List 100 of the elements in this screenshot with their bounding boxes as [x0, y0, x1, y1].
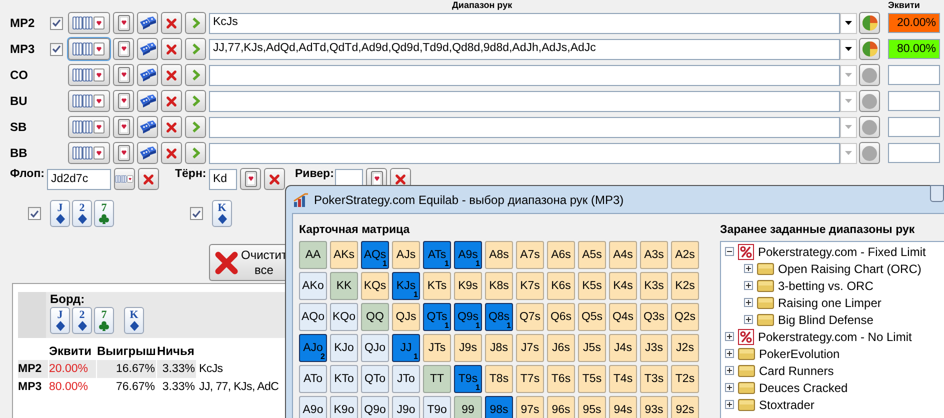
clear-button[interactable]	[161, 116, 182, 138]
range-button[interactable]	[68, 142, 110, 164]
hand-cell[interactable]: A9o	[299, 396, 327, 418]
hand-cell[interactable]: Q9s 1	[454, 303, 482, 331]
hand-cell[interactable]: KTs	[423, 272, 451, 300]
card-button[interactable]	[114, 168, 135, 190]
hand-cell[interactable]: Q9o	[361, 396, 389, 418]
random-button[interactable]	[137, 142, 158, 164]
hand-cell[interactable]: K9o	[330, 396, 358, 418]
equity-chart-button[interactable]	[859, 12, 880, 34]
hand-cell[interactable]: AQs 1	[361, 241, 389, 269]
hand-cell[interactable]: K6s	[547, 272, 575, 300]
hand-cell[interactable]: A2s	[671, 241, 699, 269]
range-field[interactable]: JJ,77,KJs,AdQd,AdTd,QdTd,Ad9d,Qd9d,Td9d,Qd8d,9d8d,AdJh,AdJs,AdJc	[209, 38, 840, 60]
dropdown-button[interactable]	[840, 12, 857, 34]
clear-button[interactable]	[161, 90, 182, 112]
range-field[interactable]	[209, 142, 840, 164]
hand-cell[interactable]: K9s	[454, 272, 482, 300]
hand-cell[interactable]: 95s	[578, 396, 606, 418]
checkbox[interactable]	[50, 42, 63, 56]
tree-item[interactable]: Deuces Cracked	[759, 380, 848, 396]
collapse-icon[interactable]	[725, 247, 734, 256]
hand-cell[interactable]: T9s 1	[454, 365, 482, 393]
equity-chart-button[interactable]	[859, 116, 880, 138]
hand-cell[interactable]: K7s	[516, 272, 544, 300]
expand-icon[interactable]	[725, 332, 734, 341]
apply-button[interactable]	[185, 12, 206, 34]
expand-icon[interactable]	[744, 315, 753, 324]
hand-cell[interactable]: T4s	[609, 365, 637, 393]
hand-cell[interactable]: QTs 1	[423, 303, 451, 331]
hand-cell[interactable]: KJs 1	[392, 272, 420, 300]
hand-cell[interactable]: J9o	[392, 396, 420, 418]
hand-cell[interactable]: T9o	[423, 396, 451, 418]
range-button[interactable]	[68, 64, 110, 86]
hand-cell[interactable]: A9s 1	[454, 241, 482, 269]
checkbox[interactable]	[190, 207, 203, 220]
hand-cell[interactable]: K5s	[578, 272, 606, 300]
hand-cell[interactable]: J7s	[516, 334, 544, 362]
hand-cell[interactable]: KK	[330, 272, 358, 300]
range-button[interactable]	[68, 38, 110, 60]
hand-cell[interactable]: J4s	[609, 334, 637, 362]
hand-cell[interactable]: K3s	[640, 272, 668, 300]
hand-cell[interactable]: AA	[299, 241, 327, 269]
hand-cell[interactable]: ATo	[299, 365, 327, 393]
range-field[interactable]	[209, 90, 840, 112]
hand-cell[interactable]: J9s	[454, 334, 482, 362]
tree-item[interactable]: Big Blind Defense	[778, 312, 874, 328]
clear-button[interactable]	[161, 38, 182, 60]
hand-cell[interactable]: AJs	[392, 241, 420, 269]
hand-cell[interactable]: T7s	[516, 365, 544, 393]
card-button[interactable]	[240, 168, 261, 190]
hand-cell[interactable]: 98s	[485, 396, 513, 418]
hand-cell[interactable]: QQ	[361, 303, 389, 331]
range-button[interactable]	[68, 12, 110, 34]
clear-button[interactable]	[161, 142, 182, 164]
cards-field[interactable]: Kd	[209, 168, 237, 190]
hand-cell[interactable]: KQo	[330, 303, 358, 331]
equity-chart-button[interactable]	[859, 38, 880, 60]
card-button[interactable]	[113, 38, 134, 60]
hand-cell[interactable]: A5s	[578, 241, 606, 269]
clear-button[interactable]	[161, 12, 182, 34]
range-field[interactable]: KcJs	[209, 12, 840, 34]
random-button[interactable]	[137, 64, 158, 86]
tree-item[interactable]: 3-betting vs. ORC	[778, 278, 874, 294]
random-button[interactable]	[137, 116, 158, 138]
hand-cell[interactable]: 97s	[516, 396, 544, 418]
card-button[interactable]	[113, 142, 134, 164]
hand-cell[interactable]: A8s	[485, 241, 513, 269]
cards-field[interactable]: Jd2d7c	[47, 168, 111, 190]
hand-cell[interactable]: Q7s	[516, 303, 544, 331]
hand-cell[interactable]: Q4s	[609, 303, 637, 331]
hand-cell[interactable]: AKo	[299, 272, 327, 300]
tree-item[interactable]: Card Runners	[759, 362, 834, 378]
hand-cell[interactable]: KQs	[361, 272, 389, 300]
hand-cell[interactable]: A3s	[640, 241, 668, 269]
hand-cell[interactable]: JTo	[392, 365, 420, 393]
hand-cell[interactable]: Q3s	[640, 303, 668, 331]
apply-button[interactable]	[185, 90, 206, 112]
hand-cell[interactable]: A6s	[547, 241, 575, 269]
checkbox[interactable]	[28, 207, 41, 220]
apply-button[interactable]	[185, 142, 206, 164]
range-field[interactable]	[209, 116, 840, 138]
card-button[interactable]	[113, 116, 134, 138]
hand-cell[interactable]: 94s	[609, 396, 637, 418]
clear-button[interactable]	[161, 64, 182, 86]
hand-cell[interactable]: K8s	[485, 272, 513, 300]
hand-cell[interactable]: J8s	[485, 334, 513, 362]
apply-button[interactable]	[185, 116, 206, 138]
hand-cell[interactable]: T8s	[485, 365, 513, 393]
apply-button[interactable]	[185, 64, 206, 86]
hand-cell[interactable]: T6s	[547, 365, 575, 393]
hand-cell[interactable]: A7s	[516, 241, 544, 269]
hand-cell[interactable]: J2s	[671, 334, 699, 362]
range-button[interactable]	[68, 116, 110, 138]
dropdown-button[interactable]	[840, 38, 857, 60]
expand-icon[interactable]	[744, 281, 753, 290]
hand-cell[interactable]: J5s	[578, 334, 606, 362]
apply-button[interactable]	[185, 38, 206, 60]
card-button[interactable]	[113, 64, 134, 86]
hand-cell[interactable]: AQo	[299, 303, 327, 331]
